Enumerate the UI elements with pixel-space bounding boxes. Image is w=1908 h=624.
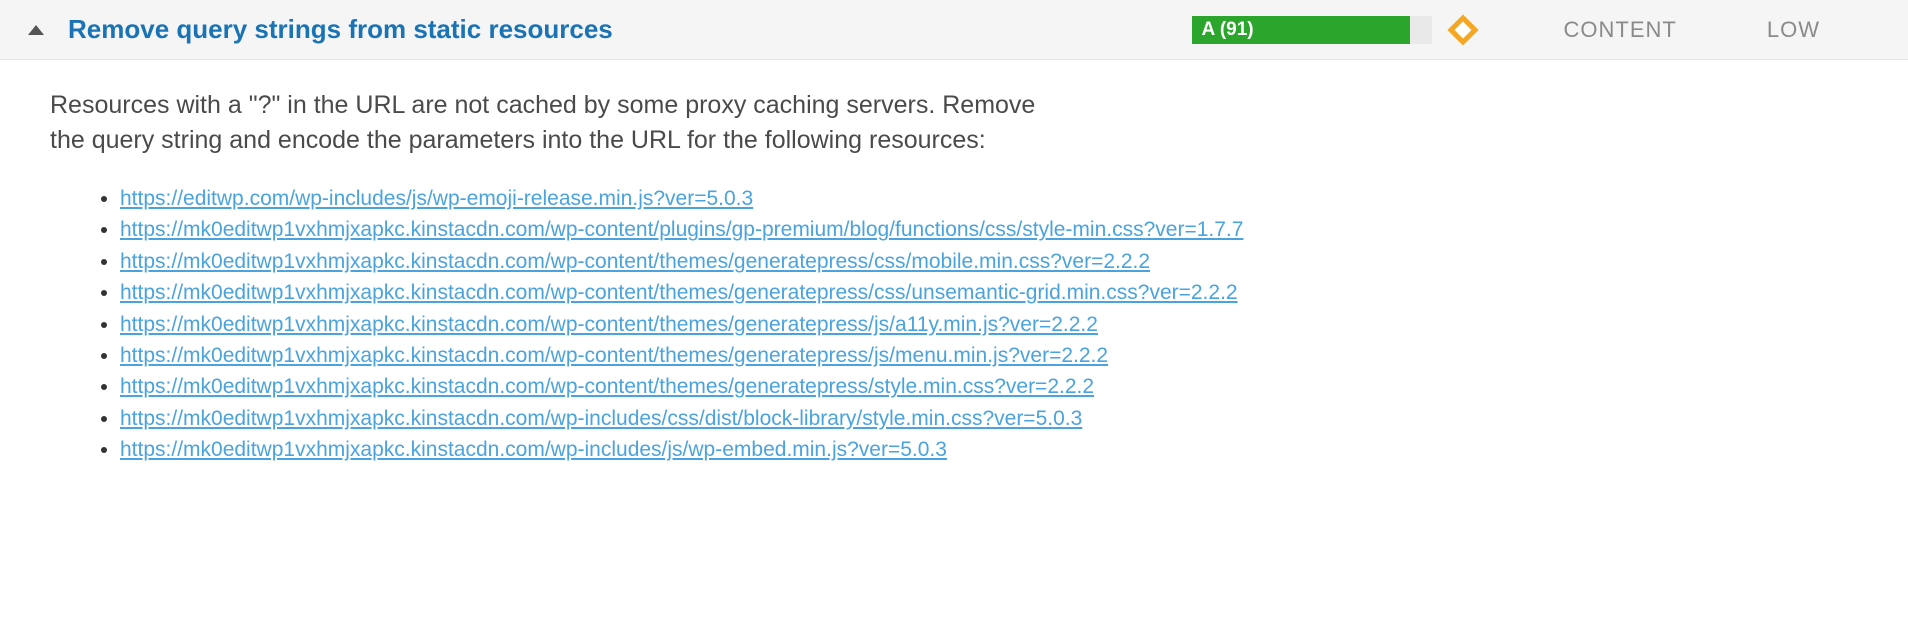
- collapse-caret-icon[interactable]: [28, 25, 44, 35]
- list-item: https://mk0editwp1vxhmjxapkc.kinstacdn.c…: [120, 310, 1550, 339]
- list-item: https://mk0editwp1vxhmjxapkc.kinstacdn.c…: [120, 404, 1550, 433]
- list-item: https://mk0editwp1vxhmjxapkc.kinstacdn.c…: [120, 215, 1550, 244]
- resource-list: https://editwp.com/wp-includes/js/wp-emo…: [50, 184, 1550, 465]
- rule-header[interactable]: Remove query strings from static resourc…: [0, 0, 1908, 60]
- resource-link[interactable]: https://mk0editwp1vxhmjxapkc.kinstacdn.c…: [120, 281, 1238, 304]
- resource-link[interactable]: https://mk0editwp1vxhmjxapkc.kinstacdn.c…: [120, 313, 1098, 336]
- resource-link[interactable]: https://mk0editwp1vxhmjxapkc.kinstacdn.c…: [120, 344, 1108, 367]
- resource-link[interactable]: https://editwp.com/wp-includes/js/wp-emo…: [120, 187, 753, 210]
- list-item: https://mk0editwp1vxhmjxapkc.kinstacdn.c…: [120, 247, 1550, 276]
- grade-bar: A (91): [1192, 16, 1432, 44]
- resource-link[interactable]: https://mk0editwp1vxhmjxapkc.kinstacdn.c…: [120, 250, 1150, 273]
- list-item: https://mk0editwp1vxhmjxapkc.kinstacdn.c…: [120, 435, 1550, 464]
- list-item: https://editwp.com/wp-includes/js/wp-emo…: [120, 184, 1550, 213]
- list-item: https://mk0editwp1vxhmjxapkc.kinstacdn.c…: [120, 278, 1550, 307]
- priority-diamond-icon: [1447, 14, 1478, 45]
- grade-container: A (91): [1192, 16, 1474, 44]
- rule-title: Remove query strings from static resourc…: [68, 14, 613, 45]
- rule-body: Resources with a "?" in the URL are not …: [0, 60, 1600, 495]
- rule-description: Resources with a "?" in the URL are not …: [50, 88, 1060, 158]
- resource-link[interactable]: https://mk0editwp1vxhmjxapkc.kinstacdn.c…: [120, 438, 947, 461]
- resource-link[interactable]: https://mk0editwp1vxhmjxapkc.kinstacdn.c…: [120, 375, 1094, 398]
- rule-type: CONTENT: [1564, 17, 1677, 43]
- resource-link[interactable]: https://mk0editwp1vxhmjxapkc.kinstacdn.c…: [120, 218, 1243, 241]
- list-item: https://mk0editwp1vxhmjxapkc.kinstacdn.c…: [120, 372, 1550, 401]
- list-item: https://mk0editwp1vxhmjxapkc.kinstacdn.c…: [120, 341, 1550, 370]
- grade-fill: A (91): [1192, 16, 1410, 44]
- rule-priority: LOW: [1767, 17, 1820, 43]
- resource-link[interactable]: https://mk0editwp1vxhmjxapkc.kinstacdn.c…: [120, 407, 1082, 430]
